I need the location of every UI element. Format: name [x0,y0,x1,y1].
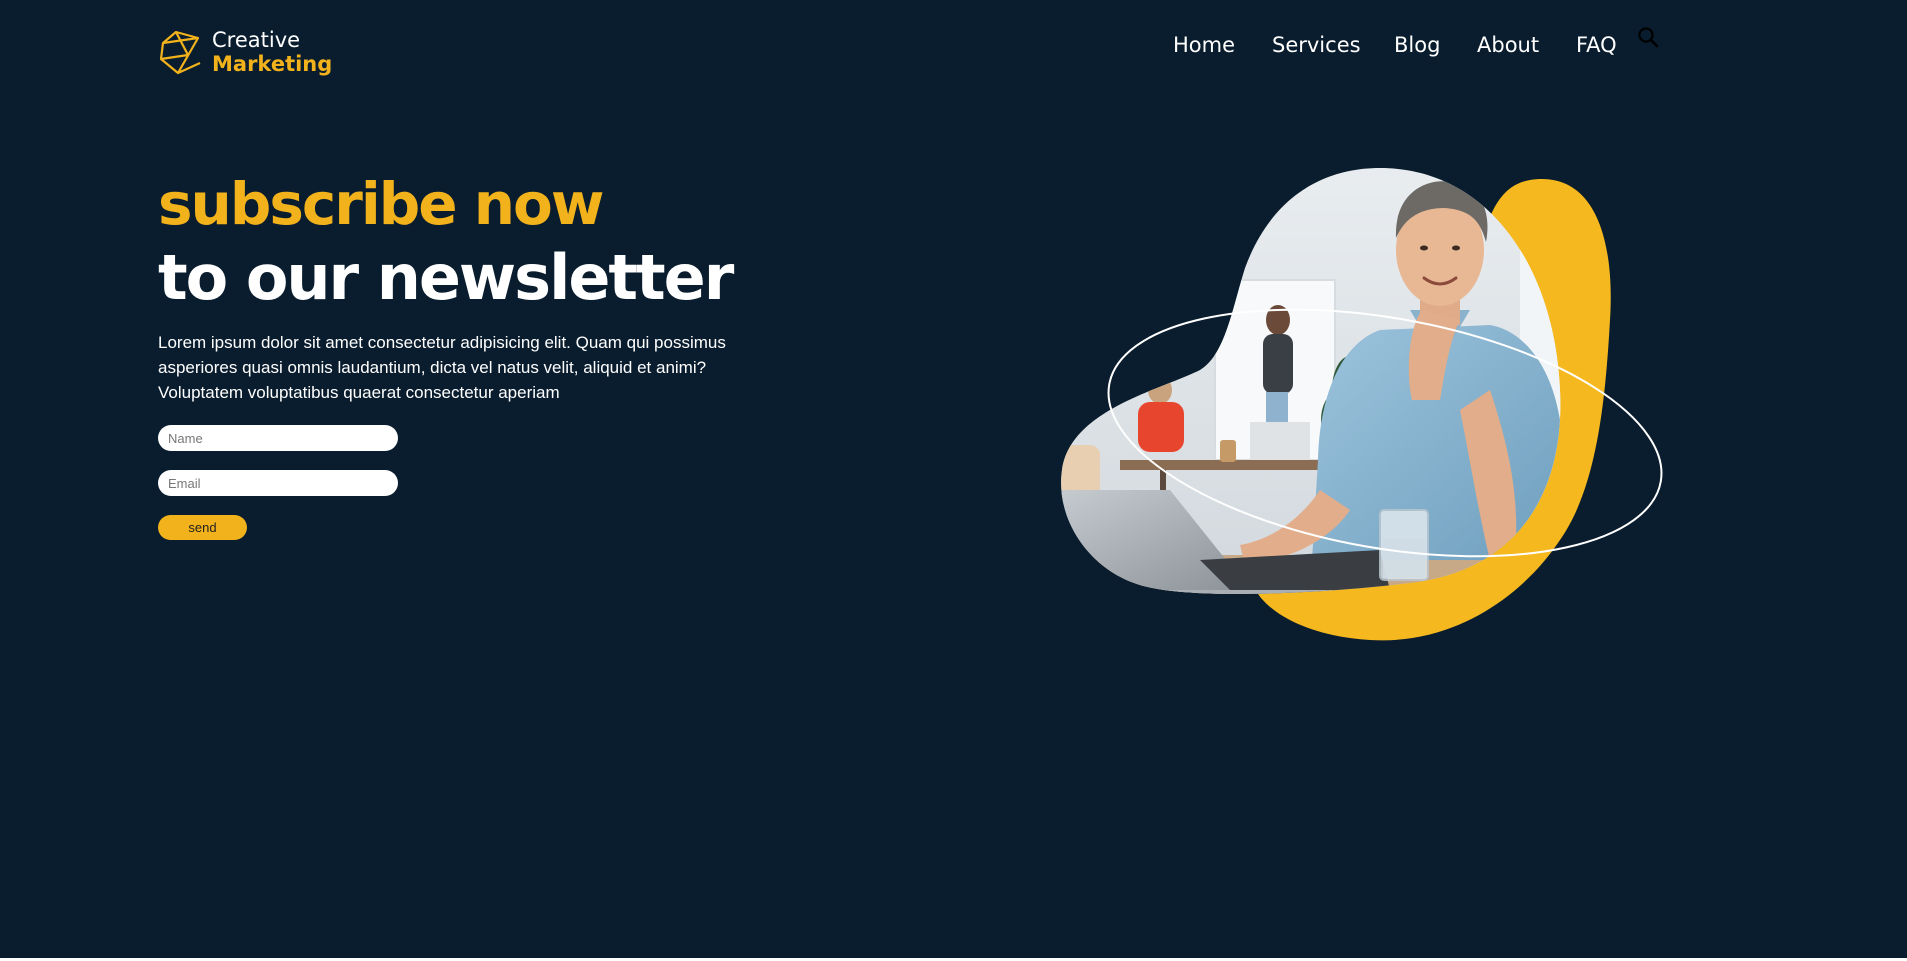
search-icon [1638,27,1659,48]
nav-home[interactable]: Home [1173,30,1235,60]
page: Creative Marketing Home Services Blog Ab… [0,0,1907,958]
main-nav: Home Services Blog About FAQ [0,30,1907,60]
headline-newsletter: to our newsletter [158,241,734,314]
nav-services[interactable]: Services [1272,30,1361,60]
nav-faq[interactable]: FAQ [1576,30,1617,60]
headline-subscribe-now: subscribe now [158,170,604,238]
nav-about[interactable]: About [1477,30,1539,60]
hero-image [1061,168,1663,641]
nav-blog[interactable]: Blog [1394,30,1440,60]
search-button[interactable] [1636,25,1662,51]
email-input[interactable] [158,470,398,496]
name-input[interactable] [158,425,398,451]
hero-description: Lorem ipsum dolor sit amet consectetur a… [158,333,726,402]
send-button[interactable]: send [158,515,247,540]
